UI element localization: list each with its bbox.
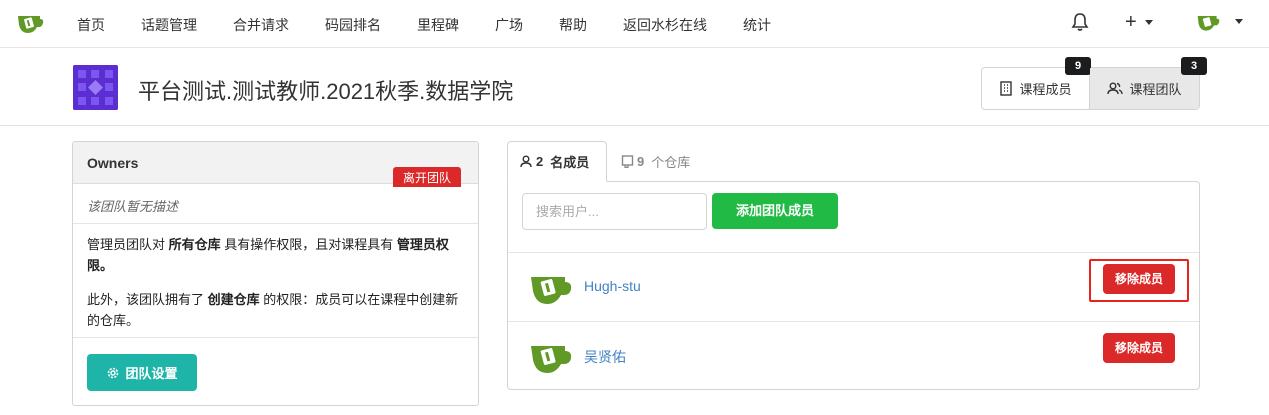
page-title: 平台测试.测试教师.2021秋季.数据学院 [138,79,514,104]
nav-ranking[interactable]: 码园排名 [325,15,381,35]
team-name: Owners [87,155,139,171]
nav-issues[interactable]: 话题管理 [141,15,197,35]
create-dropdown[interactable]: + [1125,11,1154,34]
course-members-button[interactable]: 课程成员 9 [982,57,1091,109]
org-avatar [73,65,118,110]
user-menu[interactable] [1196,11,1243,33]
tab-repositories[interactable]: 9 个仓库 [621,141,690,182]
caret-down-icon [1145,19,1154,25]
people-icon [1107,82,1124,95]
nav-statistics[interactable]: 统计 [743,15,771,35]
permission-admin: 管理员团队对 所有仓库 具有操作权限，且对课程具有 管理员权限。 [87,237,449,273]
team-settings-label: 团队设置 [125,366,178,381]
org-header: 平台测试.测试教师.2021秋季.数据学院 课程成员 9 课程团队 3 [0,48,1269,126]
nav-milestones[interactable]: 里程碑 [417,15,459,35]
members-tab-label: 名成员 [550,155,590,170]
person-icon [520,155,532,168]
nav-back-to-shuishan[interactable]: 返回水杉在线 [623,15,707,35]
leave-team-button[interactable]: 离开团队 [393,167,461,187]
plus-icon: + [1125,11,1137,33]
top-navbar: 首页 话题管理 合并请求 码园排名 里程碑 广场 帮助 返回水杉在线 统计 + [0,0,1269,48]
member-row: 吴贤佑 移除成员 [508,322,1199,391]
course-members-label: 课程成员 [1019,82,1072,97]
team-permissions: 管理员团队对 所有仓库 具有操作权限，且对课程具有 管理员权限。 此外，该团队拥… [73,224,478,338]
teams-count-badge: 3 [1181,57,1207,75]
repo-icon [621,155,634,168]
repos-tab-label: 个仓库 [651,155,691,170]
nav-home[interactable]: 首页 [77,15,105,35]
add-team-member-button[interactable]: 添加团队成员 [712,193,838,229]
course-teams-label: 课程团队 [1129,82,1182,97]
caret-down-icon [1234,19,1243,24]
member-avatar[interactable] [528,271,574,305]
team-settings-button[interactable]: 团队设置 [87,354,197,391]
member-search-row: 添加团队成员 [508,182,1199,253]
members-count-badge: 9 [1065,57,1091,75]
highlight-annotation [1089,259,1189,302]
permission-create-repo: 此外，该团队拥有了 创建仓库 的权限：成员可以在课程中创建新的仓库。 [87,292,459,328]
member-name[interactable]: Hugh-stu [584,278,641,294]
gitea-logo-icon[interactable] [16,12,44,34]
course-tabs: 课程成员 9 课程团队 3 [981,57,1207,110]
building-icon [1000,81,1013,96]
search-user-input[interactable] [522,193,707,230]
nav-explore[interactable]: 广场 [495,15,523,35]
member-name[interactable]: 吴贤佑 [584,347,626,367]
repos-tab-count: 9 [637,154,645,169]
course-teams-button[interactable]: 课程团队 3 [1090,57,1207,109]
members-tab-count: 2 [536,154,544,169]
nav-pull-requests[interactable]: 合并请求 [233,15,289,35]
team-card-header: Owners 离开团队 [73,142,478,187]
team-info-card: Owners 离开团队 该团队暂无描述 管理员团队对 所有仓库 具有操作权限，且… [72,141,479,406]
nav-help[interactable]: 帮助 [559,15,587,35]
gear-icon [108,367,119,378]
member-avatar[interactable] [528,340,574,374]
bell-icon[interactable] [1071,12,1089,32]
team-description: 该团队暂无描述 [73,184,478,224]
remove-member-button[interactable]: 移除成员 [1103,333,1175,363]
user-avatar-icon [1197,16,1220,31]
tab-members[interactable]: 2 名成员 [507,141,607,182]
